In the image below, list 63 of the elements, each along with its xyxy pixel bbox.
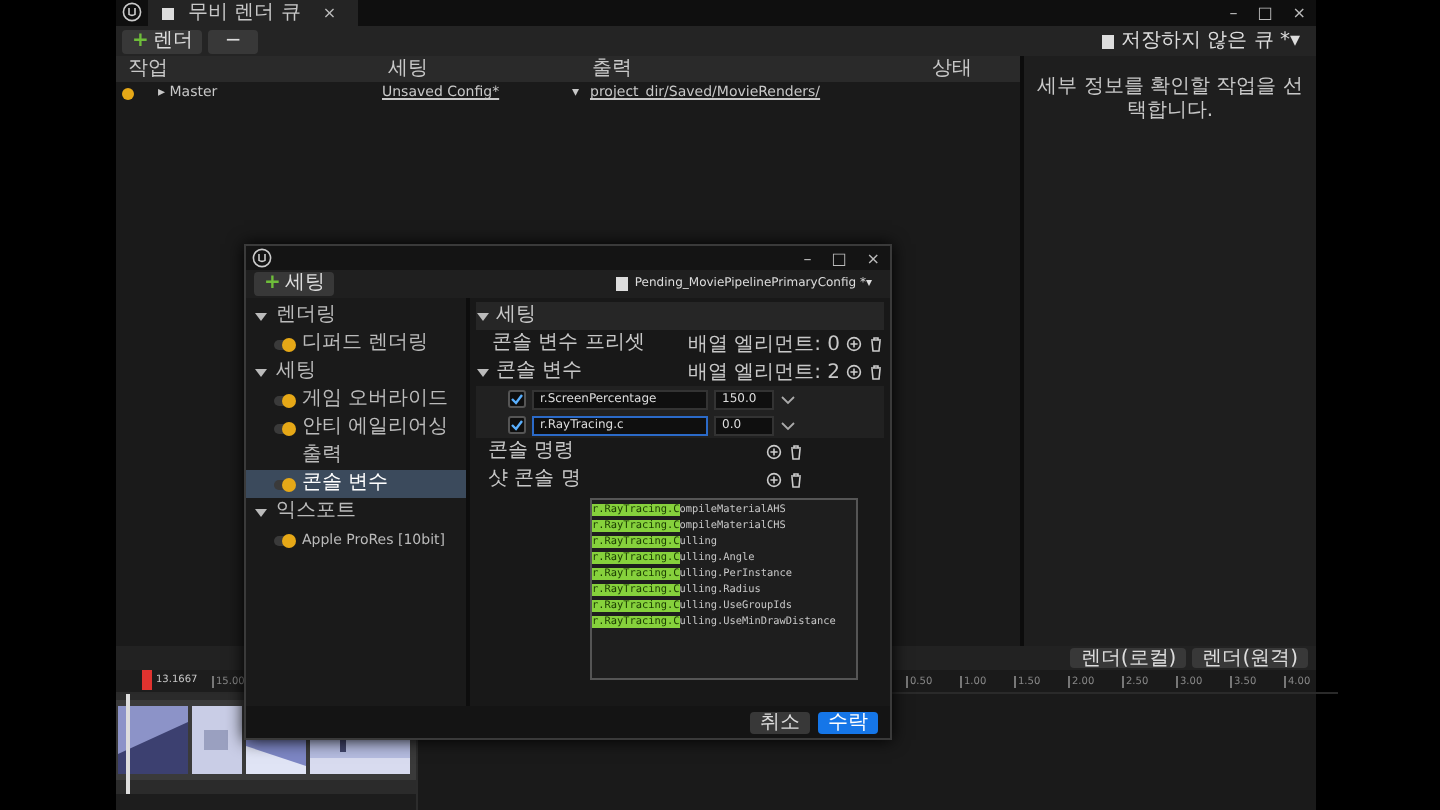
maximize-button[interactable]: □ bbox=[821, 245, 857, 271]
expand-arrow-icon[interactable] bbox=[254, 505, 268, 519]
close-button[interactable]: × bbox=[1282, 0, 1316, 26]
minimize-button[interactable]: – bbox=[793, 245, 822, 271]
toggle-switch[interactable] bbox=[274, 479, 294, 489]
engine-logo-icon bbox=[122, 2, 142, 22]
expand-arrow-icon[interactable] bbox=[254, 309, 268, 323]
trash-icon bbox=[788, 444, 804, 460]
remove-button[interactable]: − bbox=[208, 29, 258, 53]
element-count: 배열 엘리먼트: 0 bbox=[687, 331, 840, 359]
queue-menu[interactable]: 저장하지 않은 큐 *▾ bbox=[1090, 29, 1310, 53]
engine-logo-icon bbox=[252, 248, 272, 268]
toggle-switch[interactable] bbox=[274, 423, 294, 433]
close-button[interactable]: × bbox=[856, 245, 890, 271]
trash-icon bbox=[868, 336, 884, 352]
checkbox[interactable] bbox=[508, 416, 526, 434]
column-header[interactable]: 상태 bbox=[920, 57, 1020, 81]
status-dot[interactable] bbox=[122, 87, 134, 99]
column-header[interactable]: 작업 bbox=[116, 57, 376, 81]
add-setting-button[interactable]: + 세팅 bbox=[254, 272, 335, 296]
toggle-switch[interactable] bbox=[274, 395, 294, 405]
add-element-icon bbox=[846, 364, 862, 380]
cancel-button[interactable]: 취소 bbox=[750, 711, 810, 733]
document-icon bbox=[614, 276, 631, 292]
minimize-button[interactable]: – bbox=[1219, 0, 1248, 26]
add-element-icon bbox=[766, 472, 782, 488]
add-element-icon bbox=[846, 336, 862, 352]
render-button[interactable]: 렌더(원격) bbox=[1192, 648, 1308, 668]
trash-icon bbox=[788, 472, 804, 488]
tree-item[interactable]: 디퍼드 렌더링 bbox=[246, 330, 466, 358]
property-label: 콘솔 변수 프리셋 bbox=[492, 332, 645, 356]
tree-item[interactable]: 안티 에일리어싱 bbox=[246, 414, 466, 442]
expand-arrow-icon[interactable] bbox=[476, 365, 490, 379]
column-header[interactable]: 세팅 bbox=[376, 57, 580, 81]
document-tab[interactable]: 무비 렌더 큐 × bbox=[148, 0, 359, 26]
trash-icon bbox=[868, 364, 884, 380]
toggle-switch[interactable] bbox=[274, 339, 294, 349]
checkbox[interactable] bbox=[508, 390, 526, 408]
add-render-button[interactable]: + 렌더 bbox=[122, 29, 203, 53]
accept-button[interactable]: 수락 bbox=[818, 711, 878, 733]
details-hint: 세부 정보를 확인할 작업을 선택합니다. bbox=[1036, 76, 1304, 124]
property-label: 콘솔 명령 bbox=[488, 440, 575, 464]
tree-item[interactable]: 콘솔 변수 bbox=[246, 470, 466, 498]
tab-label: 무비 렌더 큐 bbox=[188, 1, 301, 25]
tab-close-button[interactable]: × bbox=[312, 0, 347, 26]
tree-category[interactable]: 렌더링 bbox=[246, 302, 466, 330]
section-header[interactable]: 세팅 bbox=[476, 302, 884, 330]
toggle-switch[interactable] bbox=[274, 535, 294, 545]
add-element-icon bbox=[766, 444, 782, 460]
playhead-marker[interactable] bbox=[142, 670, 152, 690]
tree-item[interactable]: 출력 bbox=[246, 442, 466, 470]
render-button[interactable]: 렌더(로컬) bbox=[1070, 648, 1187, 668]
expand-arrow-icon[interactable] bbox=[254, 365, 268, 379]
tree-category[interactable]: 세팅 bbox=[246, 358, 466, 386]
expand-arrow-icon[interactable] bbox=[476, 309, 490, 323]
tree-category[interactable]: 익스포트 bbox=[246, 498, 466, 526]
element-count: 배열 엘리먼트: 2 bbox=[687, 359, 840, 387]
column-header[interactable]: 출력 bbox=[580, 57, 920, 81]
tree-item[interactable]: 게임 오버라이드 bbox=[246, 386, 466, 414]
property-label: 샷 콘솔 명 bbox=[488, 468, 581, 492]
document-icon bbox=[1100, 33, 1117, 49]
maximize-button[interactable]: □ bbox=[1247, 0, 1283, 26]
property-label: 콘솔 변수 bbox=[496, 360, 583, 384]
